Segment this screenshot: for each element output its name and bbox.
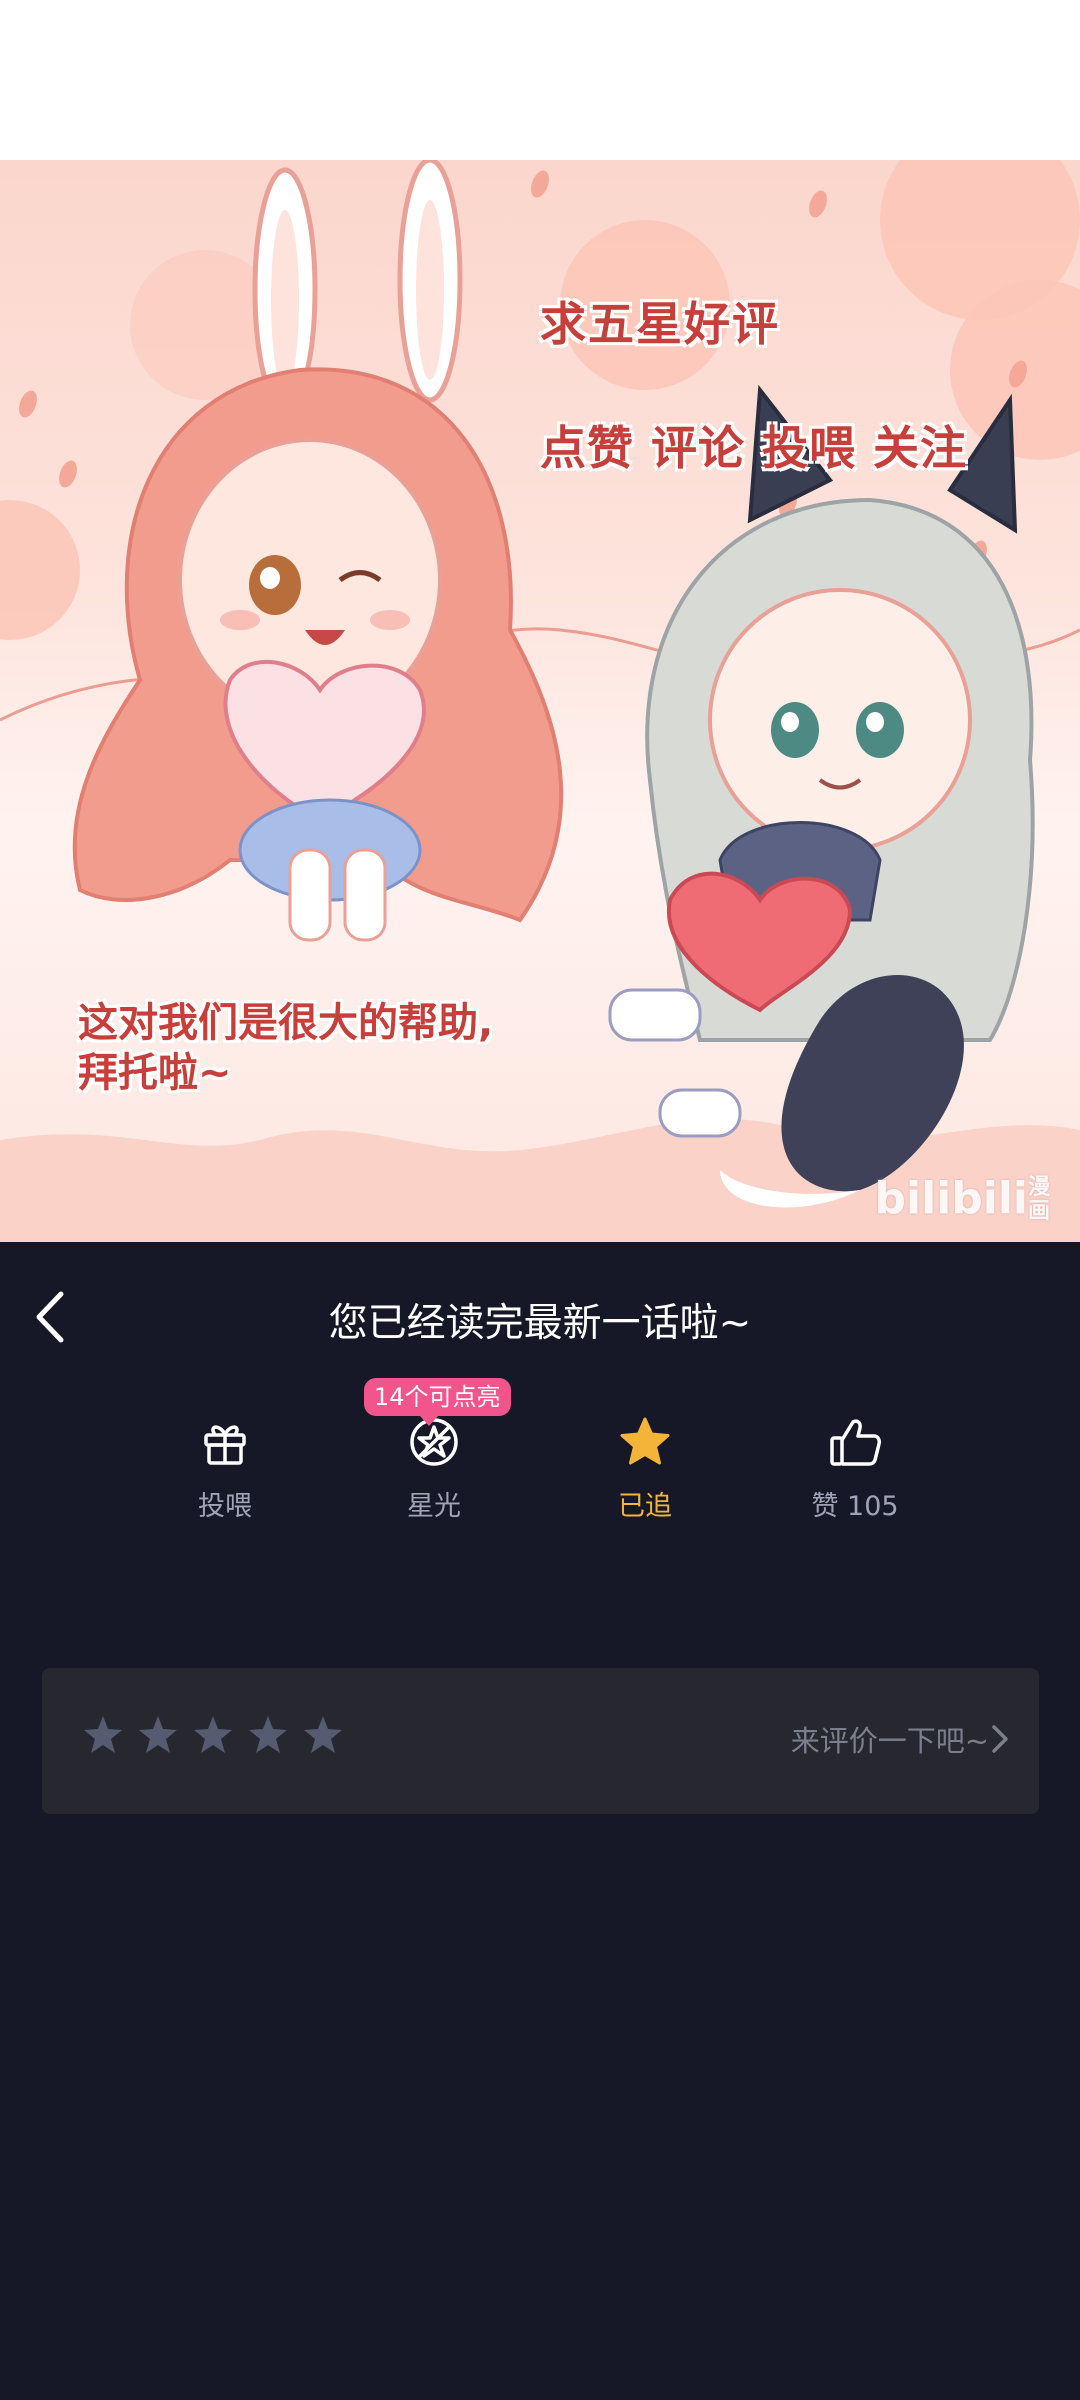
like-button[interactable]: 赞 105 [775, 1370, 935, 1540]
rating-star-2[interactable] [137, 1714, 179, 1756]
rating-star-5[interactable] [302, 1714, 344, 1756]
rating-prompt[interactable]: 来评价一下吧~ [791, 1718, 989, 1760]
feed-button[interactable]: 投喂 [145, 1370, 305, 1540]
action-bar: 投喂 星光 已追 赞 105 [0, 1370, 1080, 1540]
feed-label: 投喂 [198, 1491, 252, 1522]
rating-stars [82, 1714, 344, 1756]
rating-star-1[interactable] [82, 1714, 124, 1756]
page-title: 您已经读完最新一话啦~ [328, 1301, 752, 1346]
gift-icon [197, 1414, 253, 1470]
screen: 求五星好评 点赞 评论 投喂 关注 这对我们是很大的帮助, 拜托啦~ bilib… [0, 0, 1080, 2400]
chapter-end-artwork: 求五星好评 点赞 评论 投喂 关注 这对我们是很大的帮助, 拜托啦~ bilib… [0, 160, 1080, 1242]
starlight-label: 星光 [407, 1491, 461, 1522]
thumbs-up-icon [827, 1414, 883, 1470]
fox-girl [608, 384, 1035, 1208]
bunny-girl [72, 160, 564, 942]
rating-star-3[interactable] [192, 1714, 234, 1756]
artwork-caption-rating: 求五星好评 [540, 297, 780, 351]
status-area [0, 0, 1080, 160]
rating-star-4[interactable] [247, 1714, 289, 1756]
artwork-caption-please: 拜托啦~ [78, 1050, 232, 1096]
starlight-count-badge: 14个可点亮 [364, 1378, 511, 1426]
followed-label: 已追 [618, 1491, 672, 1522]
rating-card[interactable]: 来评价一下吧~ [42, 1668, 1039, 1814]
chevron-right-icon[interactable] [991, 1724, 1009, 1754]
artwork-caption-actions: 点赞 评论 投喂 关注 [540, 421, 968, 475]
like-label: 赞 105 [811, 1491, 899, 1522]
bilibili-comics-watermark: bilibili漫画 [874, 1173, 1051, 1224]
star-filled-icon [617, 1414, 673, 1470]
followed-button[interactable]: 已追 [565, 1370, 725, 1540]
